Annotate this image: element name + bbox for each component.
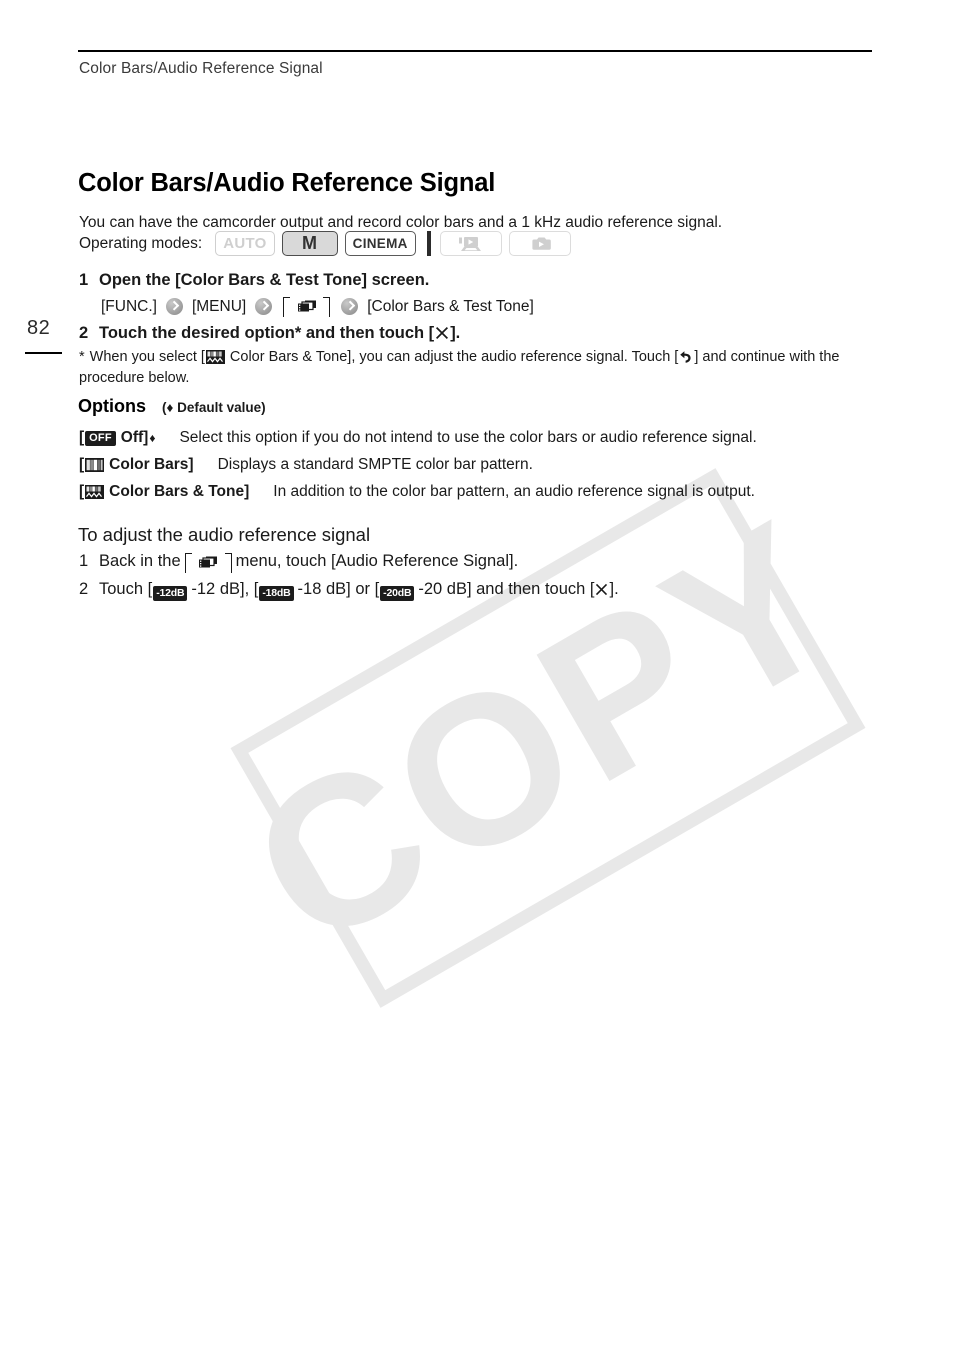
adjust-step-2-part-2: -12 dB], [	[191, 580, 259, 598]
adjust-section-heading: To adjust the audio reference signal	[78, 524, 371, 545]
adjust-step-2-text: Touch [-12dB -12 dB], [-18dB -18 dB] or [-…	[99, 580, 619, 601]
footnote-part-1: When you select [	[89, 349, 205, 365]
footnote: * When you select [ Color Bars & Tone], yo…	[79, 347, 869, 388]
photo-playback-mode-badge	[508, 231, 571, 256]
option-off-key: [OFF Off] ♦	[79, 429, 155, 447]
adjust-step-2-part-1: Touch [	[99, 580, 153, 598]
movie-playback-mode-badge	[439, 231, 502, 256]
intro-paragraph: You can have the camcorder output and re…	[79, 213, 723, 231]
manual-page: Color Bars/Audio Reference Signal 82 Col…	[0, 0, 954, 1352]
bracket-left	[184, 553, 192, 573]
recording-setup-tab-icon	[283, 297, 331, 317]
mode-separator	[426, 231, 431, 256]
footnote-marker: *	[79, 349, 85, 365]
nav-menu-label: [MENU]	[191, 297, 247, 315]
adjust-step-1-text: Back in the menu, touch [Audio Reference …	[99, 552, 519, 573]
option-color-bars-key: [ Color Bars]	[79, 456, 194, 474]
auto-mode-badge: AUTO	[215, 231, 275, 256]
step-1-number: 1	[79, 271, 89, 289]
bracket-open: [	[79, 456, 85, 473]
adjust-step-2-part-4: -20 dB] and then touch [	[418, 580, 595, 598]
step-2-text-after: ].	[450, 324, 461, 342]
movie-playback-icon	[458, 236, 481, 251]
minus-18db-badge-icon: -18dB	[259, 585, 294, 601]
navigation-path: [FUNC.] [MENU] [Color Bars & Test Tone]	[99, 297, 536, 317]
off-badge-icon: OFF	[85, 430, 116, 446]
close-x-icon	[596, 583, 608, 596]
step-2: 2 Touch the desired option* and then tou…	[79, 324, 460, 343]
adjust-step-1: 1 Back in the menu, touch [Audio Referenc…	[79, 552, 519, 573]
close-x-icon	[436, 327, 449, 339]
step-1-text: Open the [Color Bars & Test Tone] screen…	[99, 271, 430, 289]
back-arrow-icon	[680, 351, 691, 363]
color-bars-icon	[85, 458, 105, 472]
option-off-label: Off]	[120, 429, 149, 446]
film-strip-icon	[297, 300, 316, 312]
bracket-left	[283, 297, 291, 317]
nav-func-label: [FUNC.]	[101, 297, 157, 315]
option-color-bars-description: Displays a standard SMPTE color bar patt…	[217, 456, 533, 473]
option-color-bars-tone-label: Color Bars & Tone]	[109, 483, 250, 500]
bracket-open: [	[79, 483, 85, 500]
options-title: Options	[78, 396, 146, 416]
operating-modes-label: Operating modes:	[79, 234, 203, 252]
page-number: 82	[27, 317, 51, 339]
color-bars-tone-icon	[85, 485, 105, 499]
option-color-bars-tone-description: In addition to the color bar pattern, an…	[273, 483, 755, 500]
bracket-right	[224, 553, 232, 573]
running-head: Color Bars/Audio Reference Signal	[79, 60, 323, 77]
step-2-text: Touch the desired option* and then touch…	[99, 324, 460, 343]
option-color-bars-tone: [ Color Bars & Tone] In addition to the c…	[79, 483, 755, 501]
adjust-step-2: 2 Touch [-12dB -12 dB], [-18dB -18 dB] or …	[79, 580, 619, 601]
bracket-open: [	[79, 429, 85, 446]
manual-mode-badge: M	[281, 231, 338, 256]
minus-12db-badge-icon: -12dB	[153, 585, 188, 601]
adjust-step-2-part-5: ].	[609, 580, 619, 598]
photo-playback-icon	[532, 237, 551, 250]
footnote-part-2: Color Bars & Tone], you can adjust the a…	[229, 349, 679, 365]
option-off-description: Select this option if you do not intend …	[179, 429, 757, 446]
chevron-right-icon	[165, 298, 183, 315]
options-heading: Options (♦ Default value)	[78, 396, 266, 417]
option-color-bars-label: Color Bars]	[109, 456, 194, 473]
option-color-bars-tone-key: [ Color Bars & Tone]	[79, 483, 249, 501]
nav-target-label: [Color Bars & Test Tone]	[367, 297, 534, 315]
default-marker: ♦	[149, 431, 156, 445]
adjust-step-2-number: 2	[79, 580, 89, 598]
default-value-note: (♦ Default value)	[162, 400, 266, 415]
chevron-right-icon	[341, 298, 359, 315]
recording-setup-tab-icon	[184, 553, 232, 573]
film-strip-icon	[199, 556, 218, 568]
adjust-step-1-part-2: menu, touch [Audio Reference Signal].	[235, 552, 519, 570]
operating-modes-row: Operating modes: AUTO M CINEMA	[79, 231, 578, 256]
chevron-right-icon	[255, 298, 273, 315]
color-bars-tone-icon	[205, 350, 225, 364]
header-rule	[78, 50, 872, 52]
adjust-step-1-number: 1	[79, 552, 89, 570]
option-color-bars: [ Color Bars] Displays a standard SMPTE c…	[79, 456, 533, 474]
cinema-mode-badge: CINEMA	[344, 231, 416, 256]
step-2-text-before: Touch the desired option* and then touch…	[99, 324, 435, 342]
page-title: Color Bars/Audio Reference Signal	[78, 169, 496, 198]
adjust-step-2-part-3: -18 dB] or [	[297, 580, 380, 598]
bracket-right	[323, 297, 331, 317]
minus-20db-badge-icon: -20dB	[380, 585, 415, 601]
page-number-rule	[25, 352, 62, 354]
option-off: [OFF Off] ♦ Select this option if you do n…	[79, 429, 757, 447]
adjust-step-1-part-1: Back in the	[99, 552, 181, 570]
step-2-number: 2	[79, 324, 89, 342]
step-1: 1 Open the [Color Bars & Test Tone] scre…	[79, 271, 429, 290]
